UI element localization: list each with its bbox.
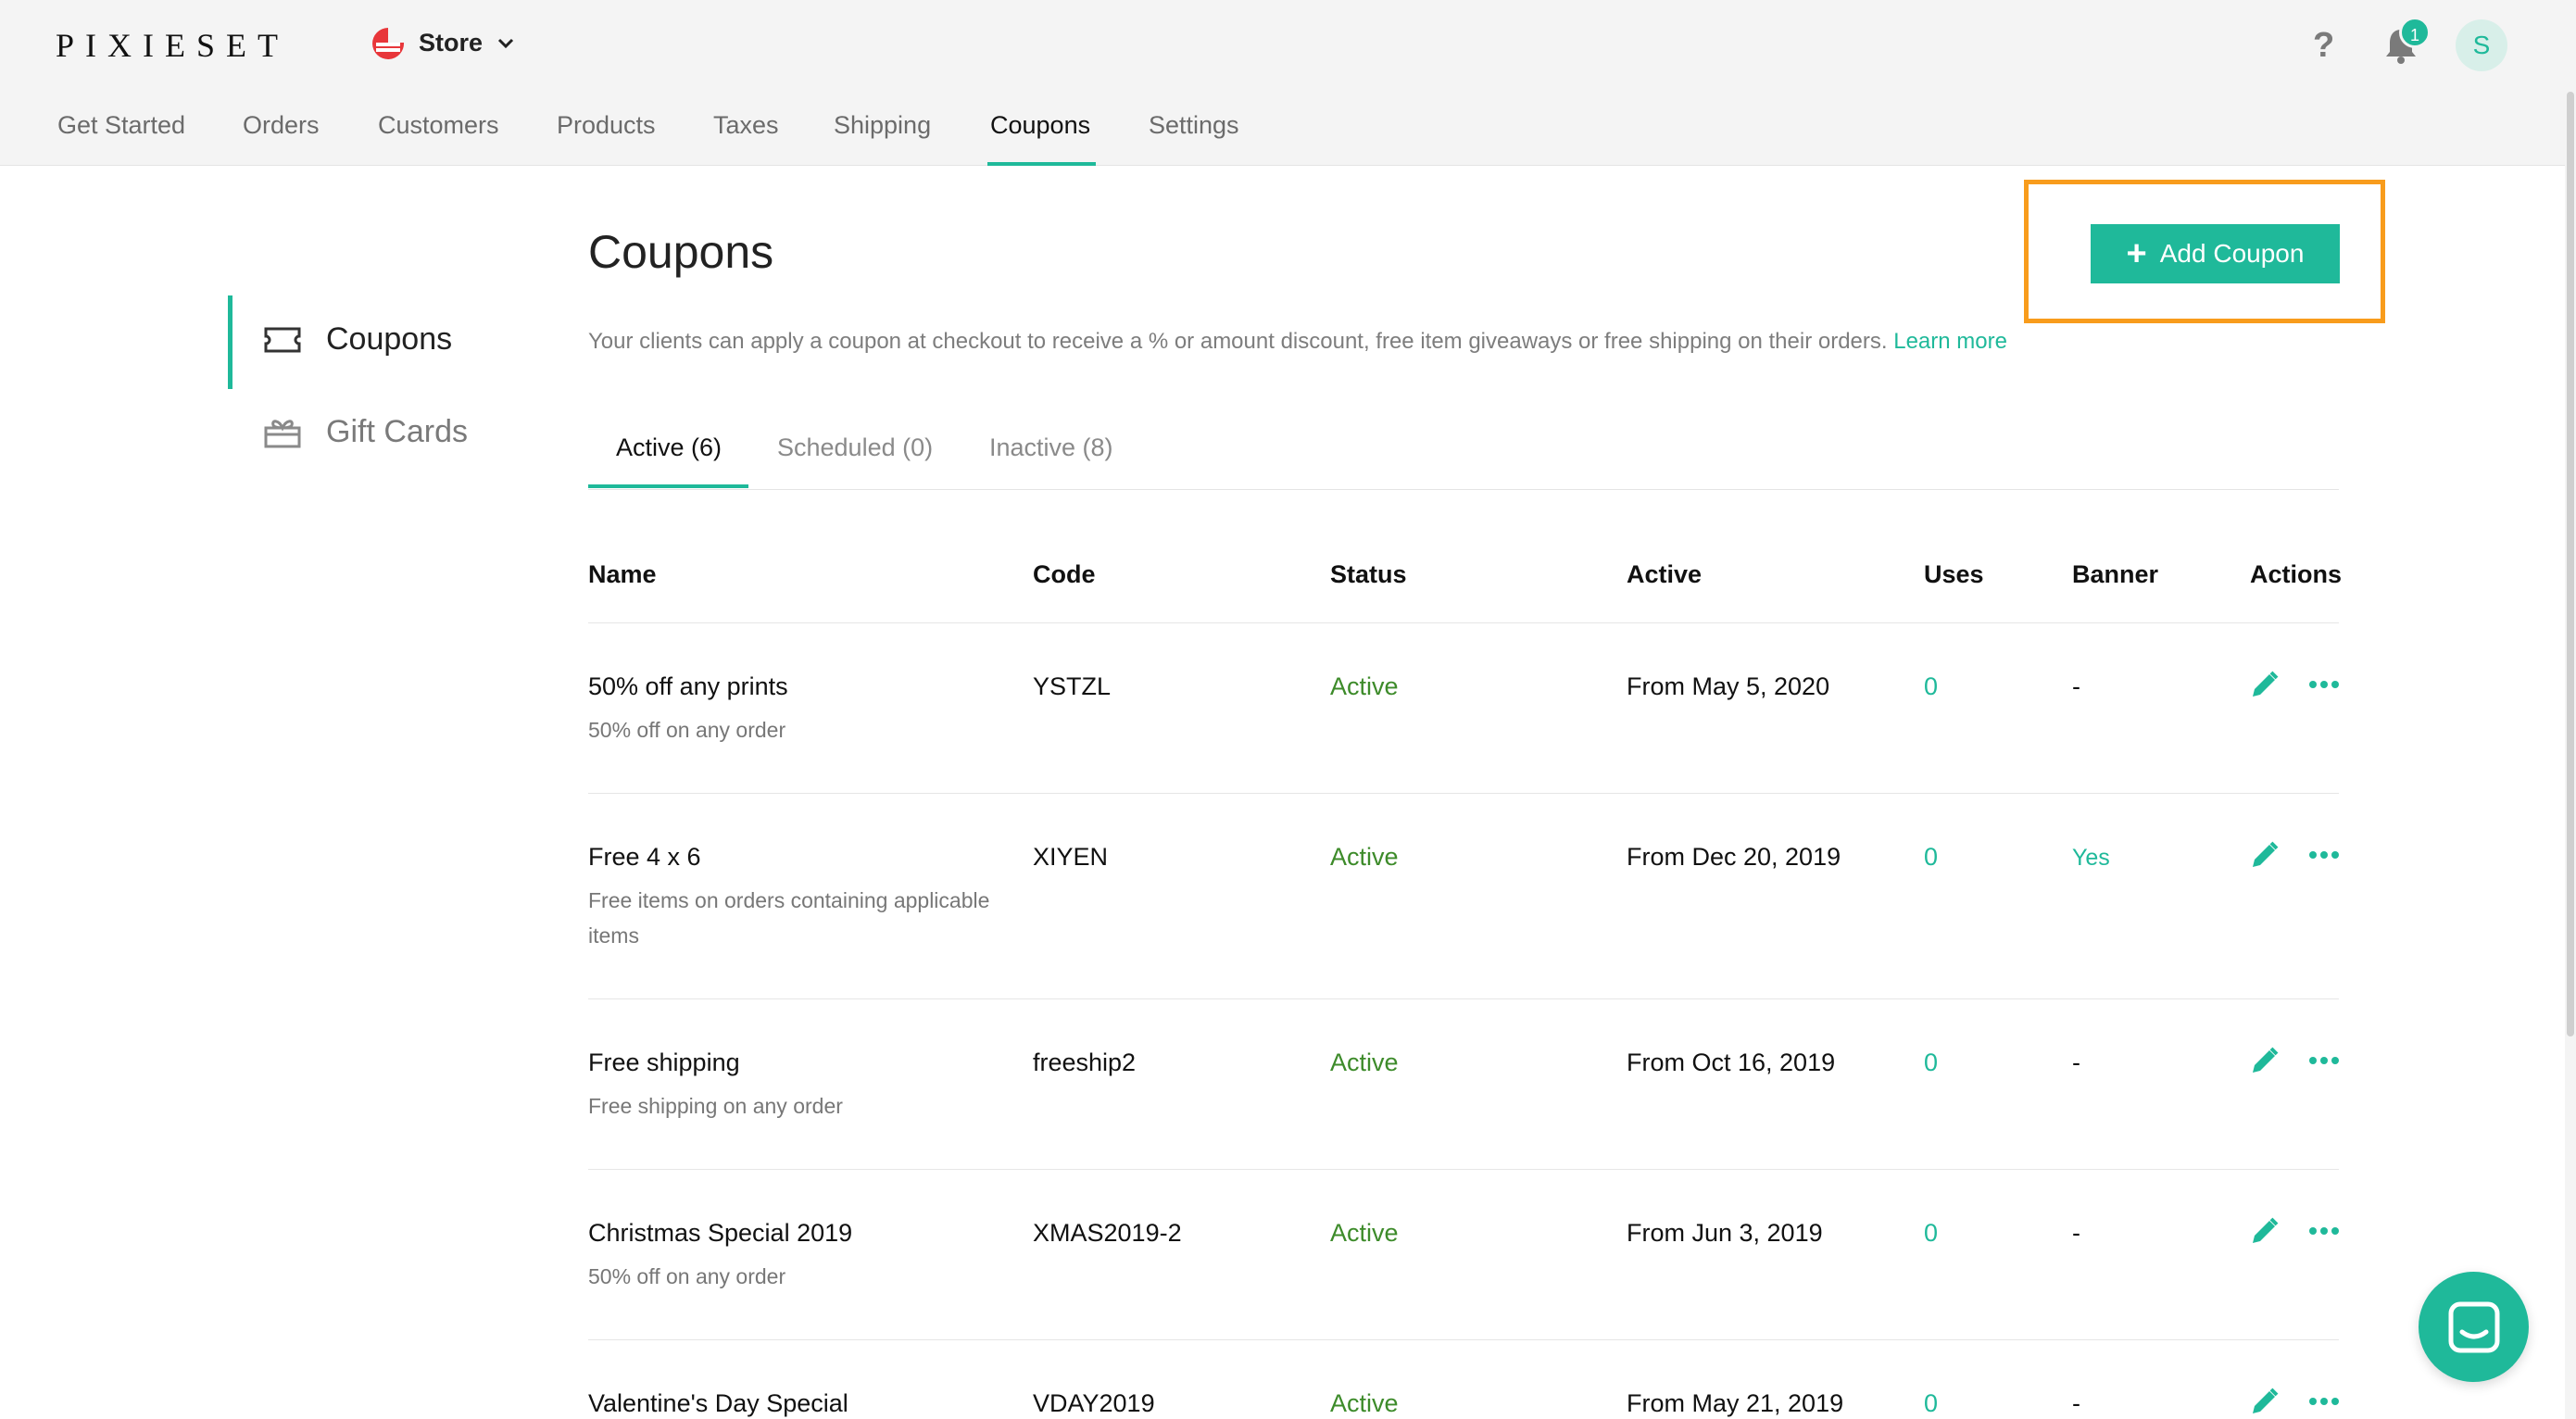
coupon-name[interactable]: Free shipping — [588, 1049, 740, 1077]
more-icon[interactable] — [2308, 1055, 2340, 1066]
column-header-actions: Actions — [2250, 560, 2343, 588]
chevron-down-icon — [497, 38, 514, 49]
coupon-active-date: From May 5, 2020 — [1627, 672, 1830, 700]
learn-more-link[interactable]: Learn more — [1893, 329, 2007, 354]
coupon-code: freeship2 — [1033, 1049, 1137, 1076]
pixieset-logo[interactable]: PIXIESET — [56, 26, 289, 65]
coupon-active-date: From May 21, 2019 — [1627, 1389, 1844, 1417]
edit-icon[interactable] — [2249, 839, 2281, 871]
store-switcher[interactable]: Store — [371, 26, 516, 59]
column-header-name: Name — [588, 560, 657, 588]
tab-scheduled[interactable]: Scheduled (0) — [777, 433, 933, 462]
coupon-uses[interactable]: 0 — [1924, 1219, 1938, 1248]
coupon-uses[interactable]: 0 — [1924, 843, 1938, 872]
more-icon[interactable] — [2308, 849, 2340, 860]
description-text: Your clients can apply a coupon at check… — [588, 329, 1888, 354]
column-header-banner: Banner — [2072, 560, 2159, 588]
coupon-status: Active — [1330, 1389, 1399, 1417]
coupon-banner: - — [2072, 1049, 2080, 1076]
edit-icon[interactable] — [2249, 1045, 2281, 1076]
gift-icon — [264, 419, 301, 447]
coupon-status: Active — [1330, 1049, 1399, 1076]
add-coupon-button[interactable]: + Add Coupon — [2091, 224, 2340, 283]
sidebar-active-indicator — [228, 295, 232, 389]
row-divider — [588, 793, 2339, 794]
nav-taxes[interactable]: Taxes — [713, 111, 779, 140]
row-divider — [588, 1339, 2339, 1340]
column-header-uses: Uses — [1924, 560, 1984, 588]
coupon-uses[interactable]: 0 — [1924, 1049, 1938, 1077]
coupon-banner: - — [2072, 1389, 2080, 1417]
sidebar-item-label: Gift Cards — [326, 414, 469, 449]
nav-shipping[interactable]: Shipping — [834, 111, 931, 140]
notification-badge: 1 — [2399, 17, 2431, 48]
page-description: Your clients can apply a coupon at check… — [588, 329, 2007, 355]
more-icon[interactable] — [2308, 679, 2340, 690]
nav-active-indicator — [987, 162, 1096, 166]
sidebar-item-label: Coupons — [326, 321, 453, 357]
nav-products[interactable]: Products — [557, 111, 656, 140]
tab-active-indicator — [588, 484, 748, 488]
coupon-banner: Yes — [2072, 845, 2110, 871]
coupon-code: VDAY2019 — [1033, 1389, 1155, 1417]
tabs-divider — [588, 489, 2339, 490]
column-header-status: Status — [1330, 560, 1407, 588]
coupon-status: Active — [1330, 1219, 1399, 1247]
tab-active[interactable]: Active (6) — [616, 433, 722, 462]
plus-icon: + — [2126, 234, 2147, 273]
chat-button[interactable] — [2419, 1272, 2529, 1382]
ticket-icon — [264, 327, 301, 352]
column-header-active: Active — [1627, 560, 1703, 588]
coupon-description: Free items on orders containing applicab… — [588, 888, 990, 948]
nav-settings[interactable]: Settings — [1149, 111, 1239, 140]
edit-icon[interactable] — [2249, 669, 2281, 700]
coupon-uses[interactable]: 0 — [1924, 1389, 1938, 1418]
page-title: Coupons — [588, 226, 774, 278]
store-icon — [371, 26, 406, 59]
coupon-name[interactable]: Christmas Special 2019 — [588, 1219, 852, 1248]
coupon-name[interactable]: 50% off any prints — [588, 672, 788, 701]
row-divider — [588, 1169, 2339, 1170]
help-icon[interactable]: ? — [2313, 26, 2334, 66]
nav-orders[interactable]: Orders — [243, 111, 320, 140]
coupon-uses[interactable]: 0 — [1924, 672, 1938, 701]
coupon-active-date: From Dec 20, 2019 — [1627, 843, 1841, 871]
sidebar-item-coupons[interactable]: Coupons — [263, 321, 452, 358]
edit-icon[interactable] — [2249, 1386, 2281, 1417]
nav-get-started[interactable]: Get Started — [57, 111, 185, 140]
coupon-active-date: From Oct 16, 2019 — [1627, 1049, 1836, 1076]
chat-icon — [2448, 1301, 2499, 1352]
coupon-status: Active — [1330, 843, 1399, 871]
nav-coupons[interactable]: Coupons — [990, 111, 1090, 140]
more-icon[interactable] — [2308, 1225, 2340, 1237]
more-icon[interactable] — [2308, 1396, 2340, 1407]
coupon-code: XMAS2019-2 — [1033, 1219, 1182, 1247]
add-coupon-label: Add Coupon — [2159, 239, 2305, 268]
coupon-description: 50% off on any order — [588, 718, 786, 742]
sidebar-item-gift-cards[interactable]: Gift Cards — [263, 414, 468, 450]
tab-inactive[interactable]: Inactive (8) — [989, 433, 1113, 462]
edit-icon[interactable] — [2249, 1215, 2281, 1247]
coupon-name[interactable]: Valentine's Day Special — [588, 1389, 848, 1418]
top-bar: PIXIESET Store ? 1 S — [0, 0, 2576, 92]
nav-customers[interactable]: Customers — [378, 111, 499, 140]
coupon-active-date: From Jun 3, 2019 — [1627, 1219, 1823, 1247]
coupon-banner: - — [2072, 672, 2080, 700]
scrollbar-thumb[interactable] — [2567, 92, 2574, 1036]
row-divider — [588, 998, 2339, 999]
column-header-code: Code — [1033, 560, 1096, 588]
coupon-code: XIYEN — [1033, 843, 1109, 871]
coupon-banner: - — [2072, 1219, 2080, 1247]
coupon-code: YSTZL — [1033, 672, 1112, 700]
store-nav: Get Started Orders Customers Products Ta… — [0, 92, 2576, 166]
row-divider — [588, 622, 2339, 623]
avatar[interactable]: S — [2456, 19, 2507, 71]
store-label: Store — [419, 28, 484, 57]
coupon-status: Active — [1330, 672, 1399, 700]
coupon-description: Free shipping on any order — [588, 1094, 843, 1118]
coupon-description: 50% off on any order — [588, 1264, 786, 1288]
coupon-name[interactable]: Free 4 x 6 — [588, 843, 701, 872]
